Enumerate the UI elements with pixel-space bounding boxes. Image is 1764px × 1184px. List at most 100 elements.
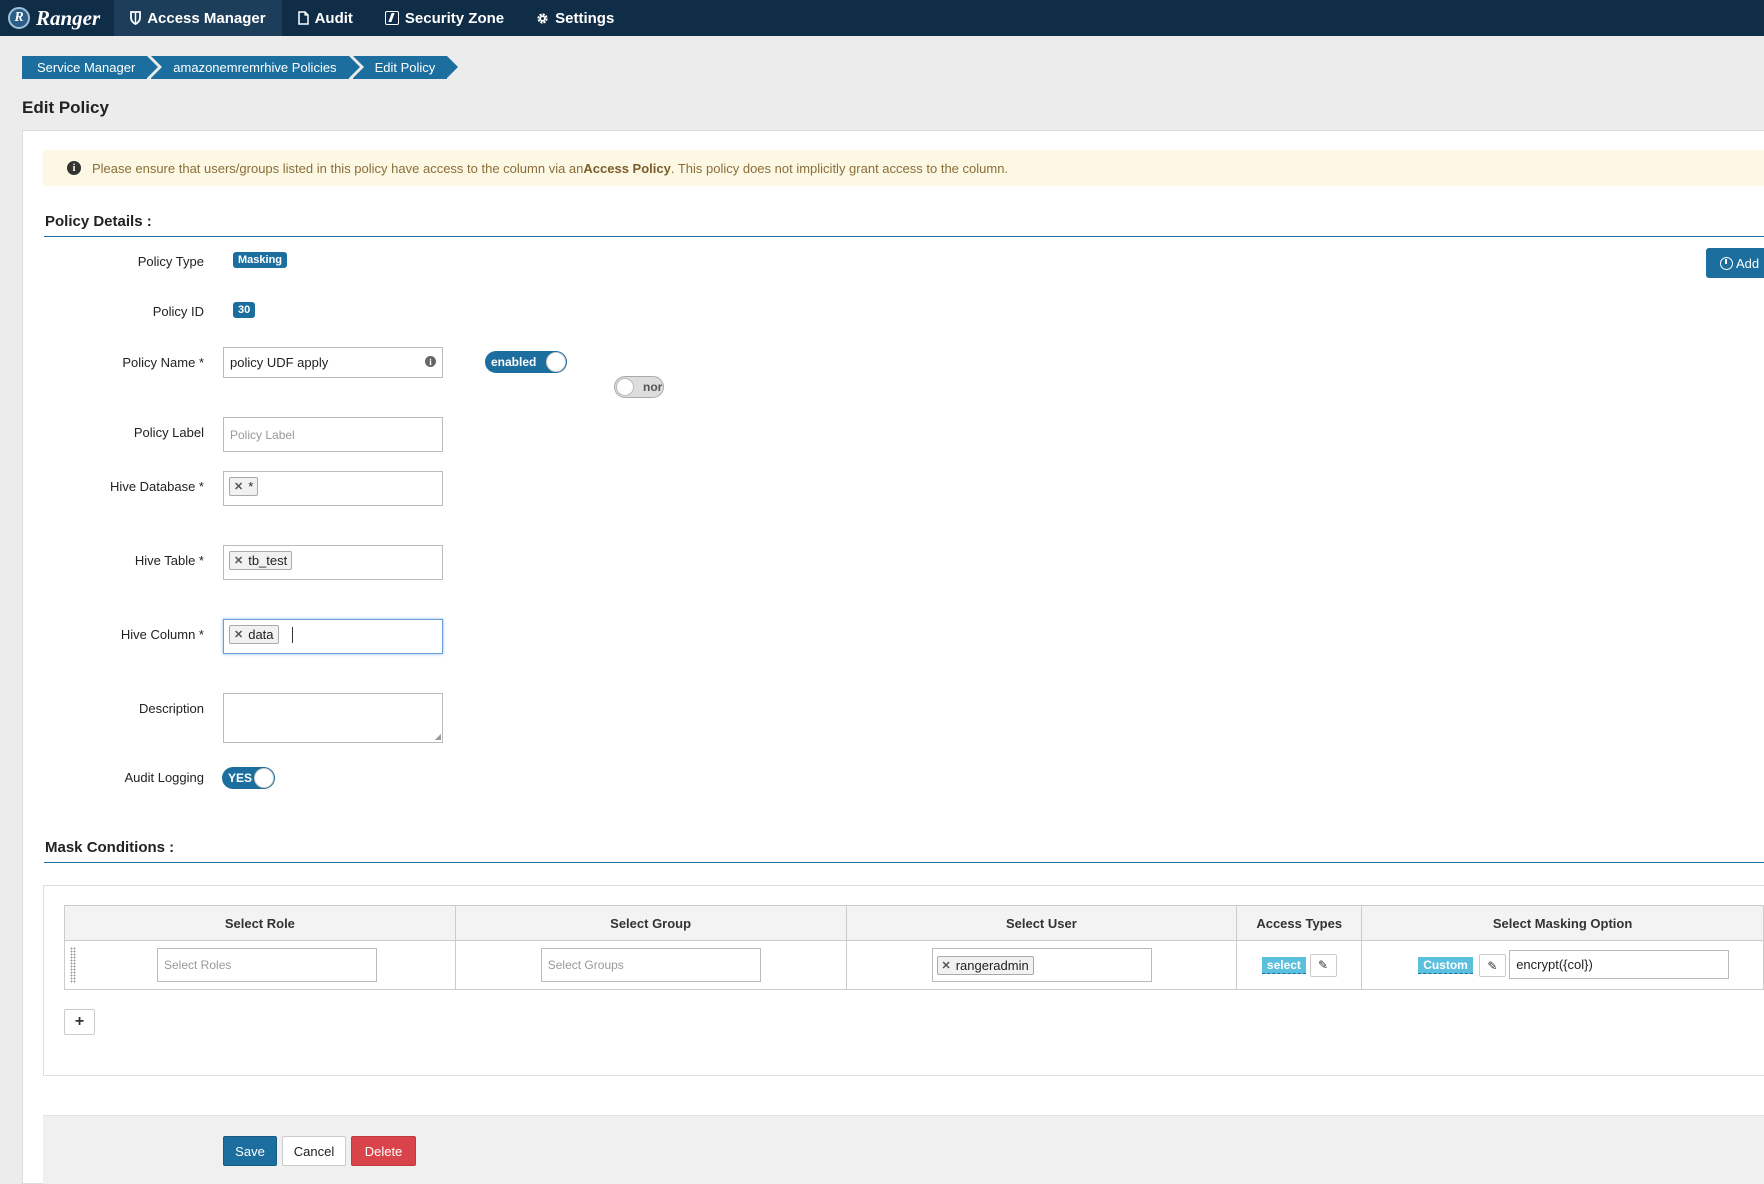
hive-table-tag[interactable]: ✕ tb_test — [229, 551, 293, 570]
audit-logging-text: YES — [228, 771, 253, 785]
remove-tag-icon[interactable]: ✕ — [234, 554, 243, 567]
masking-option-cell: Custom ✎ encrypt({col}) — [1361, 940, 1764, 990]
table-header-row: Select Role Select Group Select User Acc… — [64, 905, 1764, 941]
add-condition-button[interactable]: + — [64, 1009, 95, 1035]
lightning-box-icon — [384, 11, 399, 25]
role-cell: Select Roles — [64, 940, 456, 990]
info-circle-icon: i — [425, 356, 436, 367]
policy-label-placeholder: Policy Label — [230, 428, 295, 442]
remove-tag-icon[interactable]: ✕ — [942, 959, 951, 972]
column-header: Access Types — [1236, 905, 1363, 941]
nav-audit-label: Audit — [314, 9, 353, 27]
mask-conditions-divider — [44, 862, 1764, 863]
column-header: Select Role — [64, 905, 456, 941]
policy-enabled-text: enabled — [491, 355, 537, 369]
toggle-knob — [616, 378, 634, 396]
mask-conditions-heading: Mask Conditions : — [45, 839, 175, 856]
select-groups-input[interactable]: Select Groups — [540, 948, 761, 982]
group-cell: Select Groups — [454, 940, 847, 990]
hive-table-label: Hive Table * — [134, 553, 204, 568]
nav-settings[interactable]: Settings — [520, 0, 630, 36]
policy-enabled-toggle[interactable]: enabled — [485, 351, 567, 373]
add-button-label: Add — [1736, 255, 1760, 271]
hive-column-input[interactable]: ✕ data — [223, 619, 443, 654]
hive-database-input[interactable]: ✕ * — [223, 471, 443, 506]
access-type-label[interactable]: select — [1261, 957, 1306, 974]
column-header: Select Masking Option — [1361, 905, 1764, 941]
nav-settings-label: Settings — [555, 9, 615, 27]
nav-security-zone-label: Security Zone — [404, 9, 505, 27]
add-validity-period-button[interactable]: Add — [1706, 248, 1764, 278]
alert-text-bold: Access Policy — [583, 160, 671, 176]
custom-masking-input[interactable]: encrypt({col}) — [1509, 950, 1730, 979]
shield-icon — [130, 11, 142, 25]
policy-name-value: policy UDF apply — [230, 355, 329, 370]
policy-name-input[interactable]: policy UDF apply i — [223, 347, 443, 378]
toggle-knob — [254, 768, 274, 788]
description-label: Description — [138, 701, 204, 716]
ranger-logo-icon: R — [8, 7, 30, 29]
column-header: Select User — [845, 905, 1238, 941]
page-title: Edit Policy — [22, 98, 109, 117]
description-textarea[interactable]: ◢ — [223, 693, 443, 743]
select-roles-input[interactable]: Select Roles — [157, 948, 377, 982]
policy-priority-text: normal — [643, 380, 663, 394]
policy-details-heading: Policy Details : — [45, 213, 152, 230]
resize-handle-icon: ◢ — [434, 732, 441, 741]
edit-masking-option-button[interactable]: ✎ — [1478, 954, 1506, 977]
select-groups-placeholder: Select Groups — [547, 958, 624, 972]
warning-alert: i Please ensure that users/groups listed… — [43, 150, 1764, 186]
info-icon: i — [67, 161, 81, 175]
select-roles-placeholder: Select Roles — [164, 958, 232, 972]
remove-tag-icon[interactable]: ✕ — [234, 628, 243, 641]
top-navbar: R Ranger Access Manager Audit Security Z… — [0, 0, 1764, 36]
policy-label-label: Policy Label — [133, 425, 204, 440]
breadcrumb-service-manager[interactable]: Service Manager — [22, 56, 159, 79]
select-users-input[interactable]: ✕ rangeradmin — [931, 948, 1152, 982]
custom-masking-value: encrypt({col}) — [1516, 957, 1593, 972]
audit-logging-toggle[interactable]: YES — [222, 767, 275, 789]
hive-table-tag-text: tb_test — [248, 553, 288, 568]
hive-database-tag[interactable]: ✕ * — [229, 477, 259, 496]
breadcrumb: Service Manager amazonemremrhive Policie… — [22, 56, 458, 79]
hive-column-label: Hive Column * — [120, 627, 204, 642]
nav-audit[interactable]: Audit — [282, 0, 369, 36]
mask-conditions-table: Select Role Select Group Select User Acc… — [64, 905, 1764, 990]
hive-database-tag-text: * — [248, 479, 254, 494]
column-header: Select Group — [454, 905, 847, 941]
plus-icon: + — [74, 1013, 85, 1030]
masking-option-label[interactable]: Custom — [1418, 957, 1473, 974]
policy-label-input[interactable]: Policy Label — [223, 417, 443, 452]
nav-access-manager[interactable]: Access Manager — [114, 0, 282, 36]
remove-tag-icon[interactable]: ✕ — [234, 480, 243, 493]
alert-text-after: . This policy does not implicitly grant … — [670, 160, 1009, 176]
policy-id-label: Policy ID — [152, 304, 204, 319]
brand-link[interactable]: R Ranger — [0, 0, 114, 36]
pencil-icon: ✎ — [1487, 958, 1498, 973]
save-button[interactable]: Save — [223, 1136, 277, 1166]
policy-priority-toggle[interactable]: normal — [614, 376, 664, 398]
hive-database-label: Hive Database * — [110, 479, 204, 494]
edit-access-types-button[interactable]: ✎ — [1309, 953, 1337, 977]
hive-column-tag-text: data — [248, 627, 274, 642]
text-cursor — [292, 626, 294, 643]
alert-text-before: Please ensure that users/groups listed i… — [92, 160, 584, 176]
breadcrumb-edit-policy[interactable]: Edit Policy — [352, 56, 458, 79]
policy-type-label: Policy Type — [137, 254, 204, 269]
audit-logging-label: Audit Logging — [124, 770, 204, 785]
hive-column-tag[interactable]: ✕ data — [229, 625, 279, 644]
cancel-button[interactable]: Cancel — [282, 1136, 346, 1166]
hive-table-input[interactable]: ✕ tb_test — [223, 545, 443, 580]
access-types-cell: select ✎ — [1236, 940, 1363, 990]
breadcrumb-policies[interactable]: amazonemremrhive Policies — [151, 56, 360, 79]
policy-name-label: Policy Name * — [122, 355, 204, 370]
table-row: Select Roles Select Groups ✕ rangeradmin … — [64, 940, 1764, 990]
delete-button[interactable]: Delete — [351, 1136, 416, 1166]
clock-icon — [1720, 256, 1733, 270]
drag-handle-icon[interactable] — [70, 947, 76, 983]
file-icon — [297, 11, 309, 25]
user-tag[interactable]: ✕ rangeradmin — [936, 955, 1034, 975]
policy-type-badge: Masking — [233, 252, 288, 268]
user-cell: ✕ rangeradmin — [845, 940, 1238, 990]
nav-security-zone[interactable]: Security Zone — [369, 0, 520, 36]
